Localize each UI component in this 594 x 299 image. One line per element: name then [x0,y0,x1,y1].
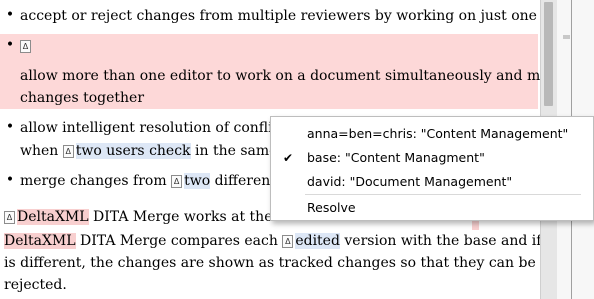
para-line4: rejected. [4,277,67,293]
bullet: • [5,119,15,135]
menu-item-label: anna=ben=chris: "Content Management" [307,126,569,141]
bullet-2-text-line2: changes together [20,90,145,106]
para-line3: is different, the changes are shown as t… [4,255,540,271]
changed-text[interactable]: two [184,173,211,189]
brand-text[interactable]: DeltaXML [4,233,76,249]
menu-item-option-selected[interactable]: ✔ base: "Content Managment" [271,146,593,170]
delta-icon[interactable]: Δ [282,235,294,248]
menu-item-option[interactable]: anna=ben=chris: "Content Management" [271,122,593,146]
bullet-4-before: merge changes from [20,173,167,189]
changed-text[interactable]: edited [295,233,340,249]
bullet-2-text: allow more than one editor to work on a … [20,68,540,84]
resolve-context-menu: anna=ben=chris: "Content Management" ✔ b… [270,116,594,221]
bullet-3-word: when [20,143,59,159]
bullet-3-line2: when Δtwo users check in the same Δe [20,141,304,161]
menu-item-option[interactable]: david: "Document Management" [271,170,593,194]
resolve-menu-item[interactable]: Resolve [271,196,593,220]
menu-item-label: base: "Content Managment" [307,150,485,165]
para-line2-rest2: version with the base and if only one [344,233,540,249]
menu-separator [305,194,581,195]
para-line1-rest: DITA Merge works at the lev [93,209,298,225]
menu-item-label: david: "Document Management" [307,174,513,189]
bullet-3-mid: in the same [195,143,278,159]
brand-text[interactable]: DeltaXML [17,209,89,225]
changed-text[interactable]: two users check [75,143,191,159]
delta-icon[interactable]: Δ [4,211,15,224]
para-line2: DeltaXML DITA Merge compares each Δedite… [4,231,540,251]
bullet: • [5,172,15,188]
change-marker[interactable]: Δ [20,36,33,56]
delta-icon[interactable]: Δ [20,40,31,53]
delta-icon[interactable]: Δ [62,145,74,158]
bullet: • [5,7,15,23]
gutter-change-mark[interactable] [563,35,570,39]
checkmark-icon: ✔ [283,151,294,165]
bullet-1-text: accept or reject changes from multiple r… [20,8,540,24]
resolve-label: Resolve [307,200,356,215]
para-line2-rest1: DITA Merge compares each [80,233,278,249]
delta-icon[interactable]: Δ [171,175,183,188]
para-line1: Δ DeltaXML DITA Merge works at the lev [4,207,298,227]
bullet: • [5,37,15,53]
scrollbar-thumb[interactable] [544,2,553,106]
